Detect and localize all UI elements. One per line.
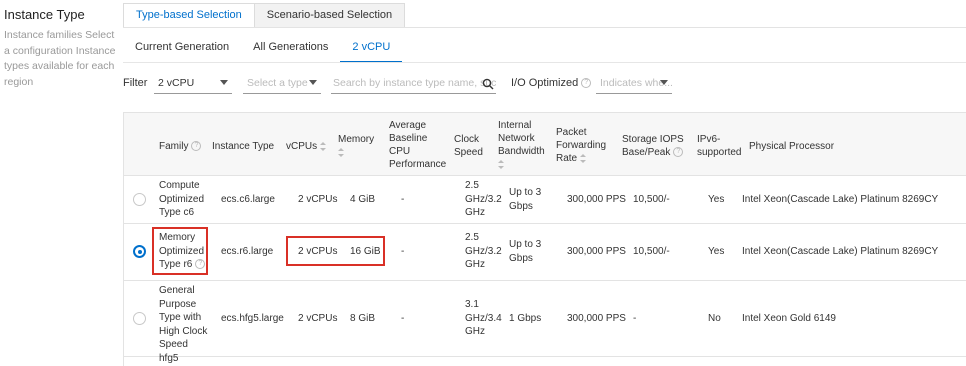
cell-bandwidth: 1 Gbps <box>509 313 542 324</box>
cell-bandwidth: Up to 3 Gbps <box>509 239 542 264</box>
io-optimized-text: I/O Optimized <box>511 77 579 89</box>
cell-iops: - <box>633 313 637 324</box>
table-row[interactable]: General Purpose Type with High Clock Spe… <box>124 281 966 364</box>
help-icon[interactable]: ? <box>191 141 202 152</box>
subtabs-divider <box>123 62 966 63</box>
cell-bandwidth: Up to 3 Gbps <box>509 187 542 212</box>
cell-iops: 10,500/- <box>633 246 670 257</box>
section-description: Instance families Select a configuration… <box>4 29 116 88</box>
row-radio-selected[interactable] <box>133 245 146 258</box>
table-header: Family? Instance Type vCPUs Memory Avera… <box>124 112 966 176</box>
cell-clock: 2.5 GHz/3.2 GHz <box>465 180 502 218</box>
tabs-divider <box>123 27 966 28</box>
io-optimized-select[interactable]: Indicates whe... <box>596 74 672 94</box>
cell-memory: 4 GiB <box>350 194 376 205</box>
cell-pps: 300,000 PPS <box>567 246 626 257</box>
cell-baseline: - <box>401 194 405 205</box>
cell-clock: 3.1 GHz/3.4 GHz <box>465 299 502 337</box>
cell-family: Compute Optimized Type c6 <box>159 180 205 218</box>
row-radio[interactable] <box>133 312 146 325</box>
th-baseline: Average Baseline CPU Performance <box>389 120 447 170</box>
cell-processor: Intel Xeon(Cascade Lake) Platinum 8269CY <box>742 194 939 205</box>
cell-processor: Intel Xeon(Cascade Lake) Platinum 8269CY <box>742 246 939 257</box>
search-input[interactable]: Search by instance type name, such <box>331 74 496 94</box>
cell-iops: 10,500/- <box>633 194 670 205</box>
cell-memory: 8 GiB <box>350 313 376 324</box>
cell-vcpus: 2 vCPUs <box>298 313 338 324</box>
cell-baseline: - <box>401 246 405 257</box>
section-title: Instance Type <box>4 7 85 22</box>
th-family[interactable]: Family? <box>159 140 202 153</box>
vcpu-select-value: 2 vCPU <box>158 77 195 89</box>
selection-tabs: Type-based Selection Scenario-based Sele… <box>123 3 406 28</box>
cell-instance-type: ecs.c6.large <box>221 194 275 205</box>
instance-table: Family? Instance Type vCPUs Memory Avera… <box>123 112 966 366</box>
cell-instance-type: ecs.r6.large <box>221 246 274 257</box>
row-radio[interactable] <box>133 193 146 206</box>
cell-pps: 300,000 PPS <box>567 194 626 205</box>
search-icon[interactable] <box>482 78 494 90</box>
th-ipv6: IPv6-supported <box>697 134 742 158</box>
sort-icon[interactable] <box>580 153 587 163</box>
chevron-down-icon <box>220 80 228 85</box>
th-clock: Clock Speed <box>454 134 483 158</box>
type-select-placeholder: Select a type <box>247 77 308 89</box>
subtab-2vcpu[interactable]: 2 vCPU <box>340 35 403 63</box>
table-row-selected[interactable]: Memory Optimized Type r6? ecs.r6.large 2… <box>124 224 966 281</box>
th-iops[interactable]: Storage IOPS Base/Peak? <box>622 133 694 159</box>
chevron-down-icon <box>660 80 668 85</box>
type-select[interactable]: Select a type <box>243 74 321 94</box>
chevron-down-icon <box>309 80 317 85</box>
cell-instance-type: ecs.hfg5.large <box>221 313 284 324</box>
vcpu-select[interactable]: 2 vCPU <box>154 74 232 94</box>
th-bandwidth[interactable]: Internal Network Bandwidth <box>498 119 550 169</box>
th-instance-type: Instance Type <box>212 141 275 152</box>
table-row[interactable]: Compute Optimized Type c6 ecs.c6.large 2… <box>124 176 966 224</box>
cell-ipv6: No <box>708 313 721 324</box>
cell-ipv6: Yes <box>708 246 725 257</box>
cell-processor: Intel Xeon Gold 6149 <box>742 313 836 324</box>
cell-ipv6: Yes <box>708 194 725 205</box>
th-processor: Physical Processor <box>749 141 835 152</box>
highlight-box-specs <box>286 236 385 266</box>
generation-tabs: Current Generation All Generations 2 vCP… <box>123 35 403 63</box>
cell-clock: 2.5 GHz/3.2 GHz <box>465 232 502 270</box>
subtab-all-generations[interactable]: All Generations <box>241 35 340 63</box>
filter-label: Filter <box>123 77 148 89</box>
cell-pps: 300,000 PPS <box>567 313 626 324</box>
sort-icon[interactable] <box>320 141 327 151</box>
subtab-current-generation[interactable]: Current Generation <box>123 35 241 63</box>
cell-vcpus: 2 vCPUs <box>298 194 338 205</box>
search-placeholder: Search by instance type name, such <box>333 77 496 89</box>
tab-scenario-based[interactable]: Scenario-based Selection <box>254 3 406 28</box>
sort-icon[interactable] <box>338 148 344 157</box>
th-vcpus[interactable]: vCPUs <box>286 140 327 153</box>
th-memory[interactable]: Memory <box>338 133 374 157</box>
io-optimized-label: I/O Optimized? <box>511 77 592 89</box>
help-icon[interactable]: ? <box>673 147 684 158</box>
tab-type-based[interactable]: Type-based Selection <box>123 3 255 28</box>
sort-icon[interactable] <box>498 160 504 169</box>
th-pps[interactable]: Packet Forwarding Rate <box>556 126 616 165</box>
highlight-box-family <box>152 227 208 275</box>
cell-baseline: - <box>401 313 405 324</box>
cell-family: General Purpose Type with High Clock Spe… <box>159 285 208 364</box>
help-icon[interactable]: ? <box>581 78 592 89</box>
